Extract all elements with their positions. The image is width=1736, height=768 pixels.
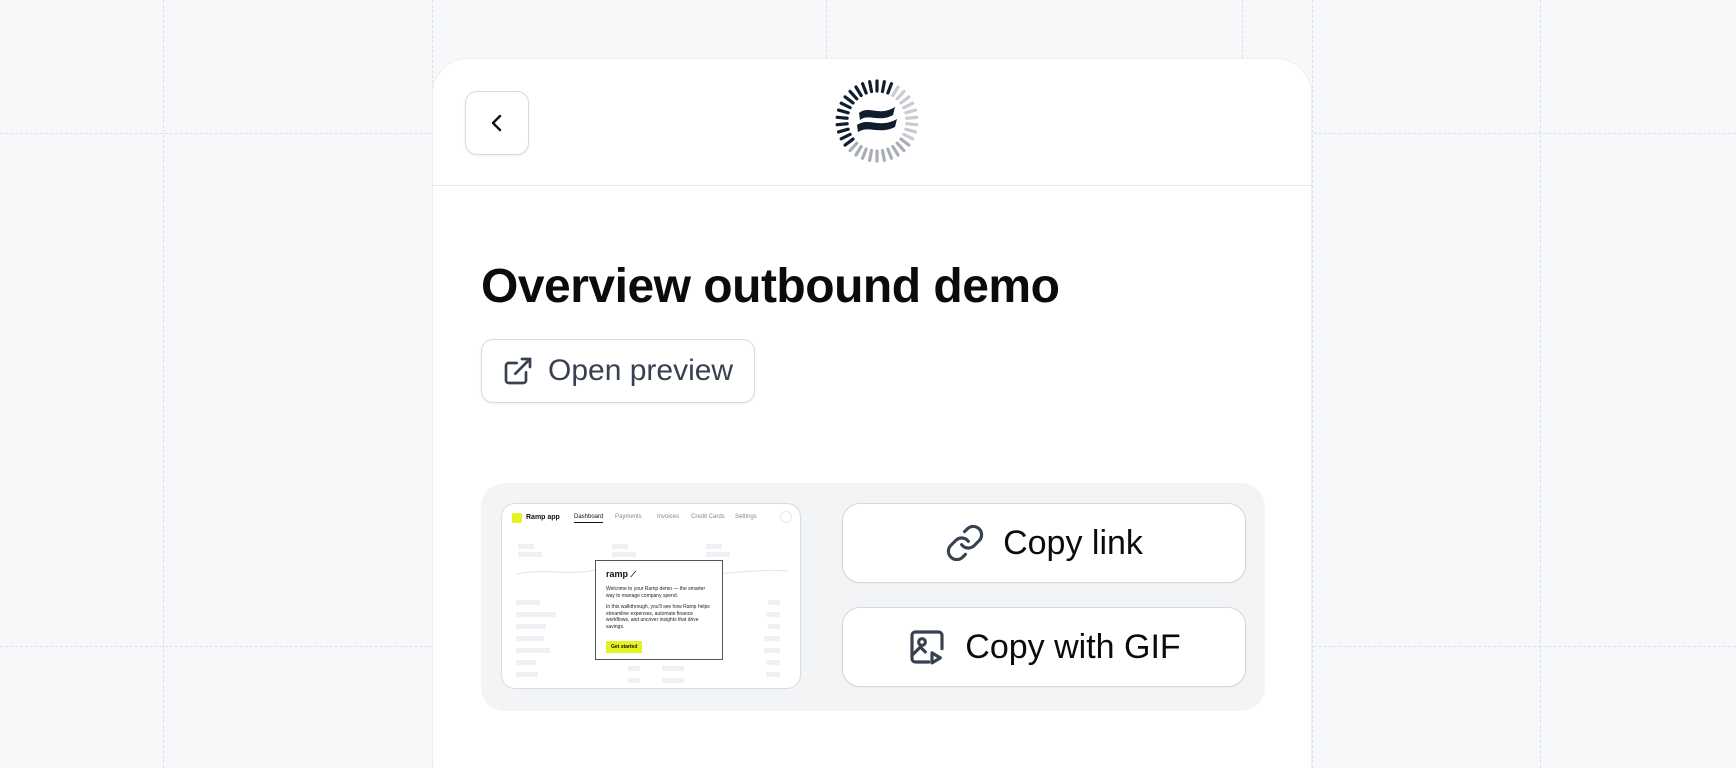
- thumbnail-tab: Dashboard: [574, 514, 604, 523]
- skeleton-line: [516, 660, 536, 665]
- logo-tick: [880, 80, 886, 94]
- ramp-logo-icon: [512, 513, 522, 523]
- logo-tick: [904, 108, 918, 115]
- skeleton-line: [516, 636, 544, 641]
- logo-tick: [843, 137, 855, 147]
- bg-grid-line: [826, 0, 827, 58]
- logo-tick: [843, 95, 855, 105]
- bg-grid-line: [1540, 0, 1541, 768]
- logo-tick: [839, 101, 852, 110]
- modal-text: In this walkthrough, you'll see how Ramp…: [606, 604, 710, 630]
- skeleton-line: [764, 636, 780, 641]
- modal-cta-button: Get started: [606, 641, 643, 653]
- bg-grid-line: [1242, 0, 1243, 58]
- logo-tick: [854, 85, 863, 98]
- skeleton-line: [662, 678, 684, 683]
- logo-tick: [835, 122, 849, 127]
- link-icon: [946, 524, 984, 562]
- page-title: Overview outbound demo: [481, 260, 1060, 313]
- logo-tick: [839, 132, 852, 141]
- modal-brand-text: ramp: [606, 569, 629, 579]
- logo-tick: [836, 127, 850, 134]
- skeleton-line: [516, 672, 538, 677]
- skeleton-line: [516, 624, 546, 629]
- demo-share-card: Overview outbound demo Open preview Ramp…: [432, 58, 1312, 768]
- copy-with-gif-button[interactable]: Copy with GIF: [842, 607, 1246, 687]
- skeleton-line: [706, 544, 722, 549]
- logo-tick: [899, 137, 911, 147]
- skeleton-line: [766, 612, 780, 617]
- thumbnail-tab: Payments: [615, 514, 642, 520]
- logo-tick: [891, 144, 900, 157]
- modal-brand: ramp ⟋: [606, 569, 712, 580]
- skeleton-line: [516, 600, 540, 605]
- logo-tick: [904, 127, 918, 134]
- skeleton-line: [768, 624, 780, 629]
- logo-tick: [868, 148, 874, 162]
- logo-tick: [860, 147, 868, 160]
- thumbnail-welcome-modal: ramp ⟋ Welcome to your Ramp demo — the s…: [595, 560, 723, 660]
- logo-tick: [891, 85, 900, 98]
- back-button[interactable]: [465, 91, 529, 155]
- copy-link-button[interactable]: Copy link: [842, 503, 1246, 583]
- logo-tick: [835, 115, 849, 120]
- logo-tick: [848, 89, 859, 101]
- logo-tick: [905, 115, 919, 120]
- skeleton-line: [768, 600, 780, 605]
- wave-flag-logo: [835, 79, 919, 163]
- logo-tick: [860, 82, 868, 95]
- skeleton-line: [766, 660, 780, 665]
- open-preview-button[interactable]: Open preview: [481, 339, 755, 403]
- logo-tick: [905, 122, 919, 127]
- thumbnail-brand: Ramp app: [526, 514, 560, 521]
- chevron-left-icon: [491, 114, 502, 132]
- demo-thumbnail[interactable]: Ramp app Dashboard Payments Invoices Cre…: [501, 503, 801, 689]
- logo-tick: [886, 82, 894, 95]
- ramp-mark-icon: ⟋: [630, 570, 637, 579]
- open-preview-label: Open preview: [548, 354, 734, 387]
- logo-tick: [880, 148, 886, 162]
- logo-tick: [886, 147, 894, 160]
- skeleton-line: [764, 648, 780, 653]
- skeleton-line: [612, 552, 636, 557]
- share-panel: Ramp app Dashboard Payments Invoices Cre…: [481, 483, 1265, 711]
- skeleton-line: [628, 666, 640, 671]
- external-link-icon: [504, 357, 532, 385]
- logo-tick: [854, 144, 863, 157]
- modal-text: Welcome to your Ramp demo — the smarter …: [606, 586, 706, 599]
- logo-wave: [859, 107, 895, 120]
- copy-link-label: Copy link: [1003, 523, 1143, 562]
- thumbnail-tab: Invoices: [657, 514, 680, 520]
- logo-tick: [899, 95, 911, 105]
- skeleton-line: [518, 552, 542, 557]
- thumbnail-tab: Settings: [735, 514, 757, 520]
- logo-tick: [868, 80, 874, 94]
- logo-tick: [895, 141, 906, 153]
- logo-tick: [902, 101, 915, 110]
- skeleton-line: [706, 552, 730, 557]
- bg-grid-line: [163, 0, 164, 768]
- image-play-icon: [910, 630, 944, 665]
- skeleton-line: [662, 666, 684, 671]
- card-header: [433, 59, 1311, 186]
- logo-tick: [848, 141, 859, 153]
- skeleton-line: [516, 648, 550, 653]
- skeleton-line: [516, 612, 556, 617]
- logo-wave: [857, 119, 897, 132]
- skeleton-line: [628, 678, 640, 683]
- logo-tick: [902, 132, 915, 141]
- copy-with-gif-label: Copy with GIF: [965, 627, 1181, 666]
- bg-grid-line: [1312, 0, 1313, 768]
- thumbnail-tab: Credit Cards: [691, 514, 725, 520]
- skeleton-line: [612, 544, 628, 549]
- skeleton-line: [518, 544, 534, 549]
- thumbnail-nav: Ramp app Dashboard Payments Invoices Cre…: [502, 504, 800, 532]
- logo-tick: [836, 108, 850, 115]
- logo-tick: [895, 89, 906, 101]
- skeleton-line: [766, 672, 780, 677]
- avatar: [780, 511, 792, 523]
